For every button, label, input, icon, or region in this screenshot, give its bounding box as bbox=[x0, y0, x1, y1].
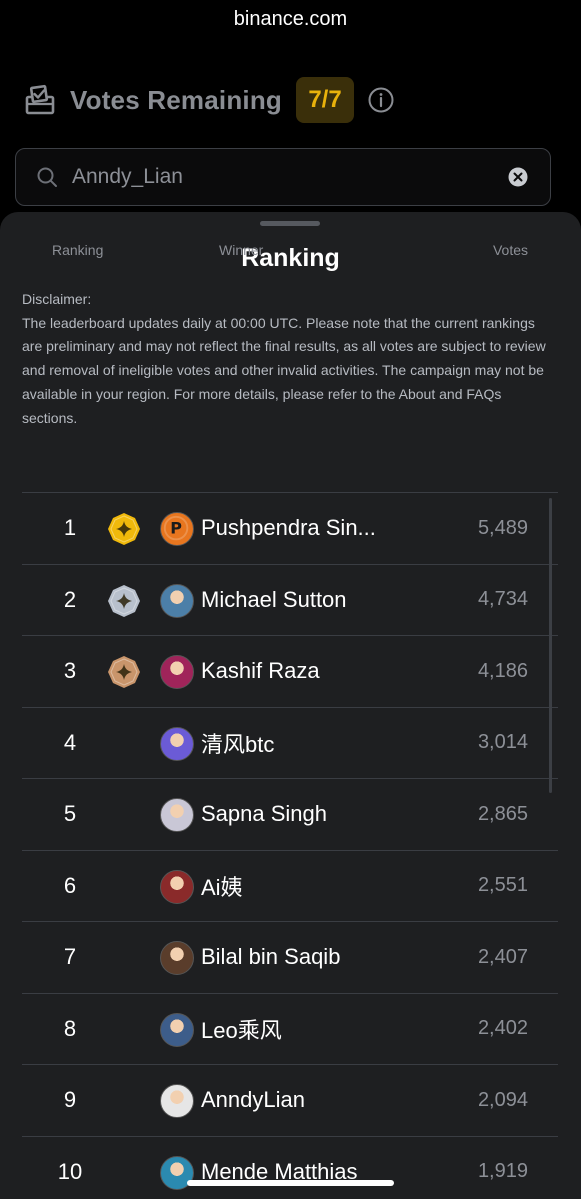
clear-search-icon[interactable] bbox=[508, 167, 528, 187]
avatar[interactable] bbox=[160, 726, 194, 761]
silver-medal-icon bbox=[107, 584, 141, 618]
avatar[interactable] bbox=[160, 655, 194, 689]
vote-count: 2,551 bbox=[477, 874, 528, 897]
rank-number: 6 bbox=[63, 872, 77, 898]
avatar[interactable] bbox=[160, 1084, 194, 1118]
ranking-row[interactable]: 6 Ai姨 2,551 bbox=[22, 851, 558, 922]
rank-number: 9 bbox=[63, 1087, 77, 1113]
vote-count: 4,186 bbox=[477, 659, 528, 682]
rank-number: 3 bbox=[63, 658, 77, 684]
winner-name[interactable]: Michael Sutton bbox=[201, 587, 347, 613]
ranking-table-header: Ranking Winner Votes bbox=[0, 242, 581, 262]
ranking-row[interactable]: 3 Kashif Raza 4,186 bbox=[22, 636, 558, 708]
avatar[interactable] bbox=[160, 798, 194, 832]
search-input[interactable]: Anndy_Lian bbox=[72, 165, 183, 189]
header-winner: Winner bbox=[219, 242, 264, 258]
votes-remaining-title: Votes Remaining bbox=[70, 84, 283, 115]
ranking-row[interactable]: 10 Mende Matthias 1,919 bbox=[22, 1137, 558, 1199]
disclaimer-label: Disclaimer: bbox=[22, 291, 92, 307]
votes-remaining-badge: 7/7 bbox=[296, 77, 355, 123]
ranking-row[interactable]: 1 P Pushpendra Sin... 5,489 bbox=[22, 493, 558, 565]
rank-number: 1 bbox=[63, 515, 77, 541]
vote-count: 1,919 bbox=[477, 1160, 528, 1183]
winner-name[interactable]: AnndyLian bbox=[201, 1087, 305, 1113]
rank-number: 4 bbox=[63, 729, 77, 755]
ranking-list: 1 P Pushpendra Sin... 5,489 2 Michael Sutton 4… bbox=[22, 492, 558, 1199]
avatar[interactable] bbox=[160, 941, 194, 975]
avatar[interactable] bbox=[160, 583, 194, 618]
winner-name[interactable]: Leo乘风 bbox=[201, 1013, 282, 1045]
url-text: binance.com bbox=[233, 8, 348, 30]
avatar[interactable]: P bbox=[160, 512, 194, 546]
disclaimer: Disclaimer: The leaderboard updates dail… bbox=[22, 288, 552, 430]
header-ranking: Ranking bbox=[52, 242, 104, 258]
winner-name[interactable]: Bilal bin Saqib bbox=[201, 944, 340, 970]
vote-count: 2,402 bbox=[477, 1017, 528, 1040]
ballot-box-icon bbox=[25, 84, 55, 115]
vote-count: 2,094 bbox=[477, 1088, 528, 1111]
vote-count: 3,014 bbox=[477, 731, 528, 754]
ranking-row[interactable]: 8 Leo乘风 2,402 bbox=[22, 994, 558, 1065]
header-votes: Votes bbox=[492, 242, 528, 258]
search-box[interactable]: Anndy_Lian bbox=[15, 148, 551, 206]
avatar[interactable] bbox=[160, 1012, 194, 1047]
rank-number: 5 bbox=[63, 801, 77, 827]
home-indicator[interactable] bbox=[187, 1180, 394, 1186]
svg-text:P: P bbox=[170, 519, 182, 538]
vote-count: 2,407 bbox=[477, 945, 528, 968]
ranking-row[interactable]: 9 AnndyLian 2,094 bbox=[22, 1065, 558, 1137]
winner-name[interactable]: Kashif Raza bbox=[201, 658, 320, 684]
sheet-grabber[interactable] bbox=[260, 221, 320, 226]
winner-name[interactable]: 清风btc bbox=[201, 727, 274, 759]
info-icon[interactable] bbox=[368, 87, 394, 113]
bronze-medal-icon bbox=[107, 655, 141, 689]
winner-name[interactable]: Ai姨 bbox=[201, 870, 243, 902]
votes-remaining-row: Votes Remaining 7/7 bbox=[24, 76, 394, 124]
browser-url-bar[interactable]: binance.com bbox=[0, 0, 581, 40]
avatar[interactable] bbox=[160, 869, 194, 904]
winner-name[interactable]: Sapna Singh bbox=[201, 801, 327, 827]
disclaimer-text: The leaderboard updates daily at 00:00 U… bbox=[22, 314, 546, 426]
search-icon bbox=[37, 167, 57, 187]
scrollbar[interactable] bbox=[549, 498, 552, 793]
ranking-row[interactable]: 4 清风btc 3,014 bbox=[22, 708, 558, 779]
ranking-row[interactable]: 7 Bilal bin Saqib 2,407 bbox=[22, 922, 558, 994]
rank-number: 10 bbox=[57, 1158, 83, 1184]
gold-medal-icon bbox=[107, 512, 141, 546]
ranking-row[interactable]: 5 Sapna Singh 2,865 bbox=[22, 779, 558, 851]
winner-name[interactable]: Pushpendra Sin... bbox=[201, 515, 376, 541]
vote-count: 5,489 bbox=[477, 516, 528, 539]
ranking-row[interactable]: 2 Michael Sutton 4,734 bbox=[22, 565, 558, 636]
vote-count: 2,865 bbox=[477, 802, 528, 825]
rank-number: 8 bbox=[63, 1015, 77, 1041]
vote-count: 4,734 bbox=[477, 588, 528, 611]
rank-number: 2 bbox=[63, 586, 77, 612]
rank-number: 7 bbox=[63, 944, 77, 970]
